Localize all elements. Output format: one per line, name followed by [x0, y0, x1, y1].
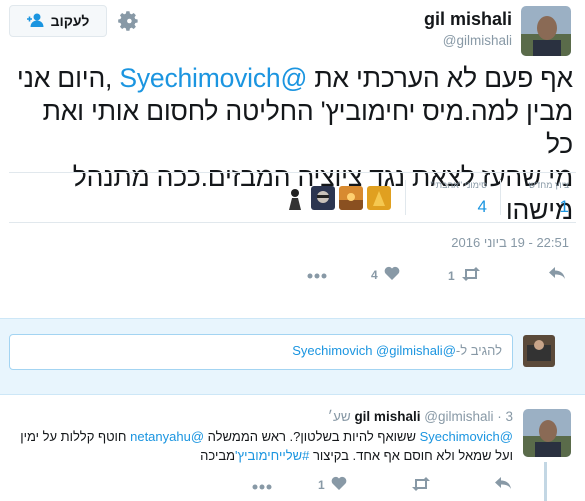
- follow-label: לעקוב: [50, 13, 90, 29]
- reply-tweet-text: @Syechimovich ששואף להיות בשלטון?. ראש ה…: [12, 427, 513, 465]
- add-user-icon: [26, 13, 45, 30]
- author-avatar[interactable]: [521, 6, 571, 56]
- mention-link[interactable]: @netanyahu: [130, 429, 204, 444]
- retweets-value: 1: [559, 197, 569, 216]
- stats-divider-bottom: [9, 222, 576, 223]
- more-action[interactable]: [307, 268, 327, 282]
- reply-input[interactable]: להגיב ל-@Syechimovich @gilmishali: [9, 334, 513, 370]
- reply-header: gil mishali @gilmishali · 3 שע׳: [327, 409, 513, 424]
- reply-action[interactable]: [548, 266, 566, 283]
- like-count: 1: [318, 477, 325, 492]
- reply-text-segment: מביכה: [200, 448, 236, 463]
- reply-mentions: @Syechimovich @gilmishali: [292, 343, 456, 358]
- more-dots-icon: [252, 479, 272, 493]
- likes-stat[interactable]: סימוני "אהבתי" 4: [430, 180, 487, 217]
- mention-link[interactable]: @Syechimovich: [119, 63, 307, 93]
- heart-icon: [384, 266, 400, 283]
- reply-line-1: @Syechimovich ששואף להיות בשלטון?. ראש ה…: [12, 427, 513, 446]
- stat-divider: [405, 180, 406, 215]
- reply-text-segment: חוטף קללות על ימין: [20, 429, 131, 444]
- author-username[interactable]: @gilmishali: [443, 33, 512, 48]
- reply-author-username[interactable]: @gilmishali: [424, 409, 493, 424]
- more-dots-icon: [307, 268, 327, 282]
- retweet-action[interactable]: 1: [448, 267, 481, 284]
- likes-value: 4: [477, 197, 487, 216]
- likes-label: סימוני "אהבתי": [430, 180, 487, 190]
- reply-text-segment: ששואף להיות בשלטון?. ראש הממשלה: [204, 429, 420, 444]
- tweet-timestamp[interactable]: 22:51 - 19 ביוני 2016: [451, 235, 569, 250]
- liker-avatar[interactable]: [339, 186, 363, 210]
- like-count: 4: [371, 267, 378, 282]
- tweet-line-1: אף פעם לא הערכתי את @Syechimovich ,היום …: [12, 62, 573, 95]
- mention-link[interactable]: @Syechimovich: [420, 429, 513, 444]
- retweet-action[interactable]: [411, 477, 431, 494]
- stat-divider: [500, 180, 501, 215]
- like-action[interactable]: 4: [371, 266, 400, 283]
- stats-divider-top: [9, 172, 576, 173]
- tweet-text-segment: ,היום אני: [16, 63, 120, 93]
- follow-button[interactable]: לעקוב: [9, 5, 107, 37]
- like-action[interactable]: 1: [318, 476, 347, 493]
- retweets-stat[interactable]: ציוץ מחדש 1: [529, 180, 569, 217]
- liker-avatar[interactable]: [311, 186, 335, 210]
- retweet-icon: [461, 267, 481, 284]
- current-user-avatar: [523, 335, 555, 367]
- author-fullname[interactable]: gil mishali: [424, 9, 512, 30]
- reply-action[interactable]: [494, 476, 512, 493]
- reply-icon: [494, 476, 512, 493]
- retweets-label: ציוץ מחדש: [528, 180, 569, 190]
- reply-placeholder: להגיב ל-: [455, 343, 502, 358]
- liker-avatar[interactable]: [367, 186, 391, 210]
- tweet-text-segment: אף פעם לא הערכתי את: [307, 63, 573, 93]
- tweet-line-2: מבין למה.מיס יחימוביץ' החליטה לחסום אותי…: [42, 96, 574, 159]
- reply-line-2: ועל שמאל ולא חוסם אף אחד. בקיצור #שלייחי…: [12, 446, 513, 465]
- more-action[interactable]: [252, 479, 272, 493]
- retweet-icon: [411, 477, 431, 494]
- thread-connector: [544, 462, 547, 501]
- gear-icon[interactable]: [117, 10, 139, 32]
- retweet-count: 1: [448, 268, 455, 283]
- reply-author-fullname[interactable]: gil mishali: [354, 409, 420, 424]
- liker-avatar[interactable]: [283, 186, 307, 210]
- reply-icon: [548, 266, 566, 283]
- hashtag-link[interactable]: #שלייחימוביץ': [235, 448, 309, 463]
- heart-icon: [331, 476, 347, 493]
- reply-text-segment: ועל שמאל ולא חוסם אף אחד. בקיצור: [309, 448, 513, 463]
- reply-author-avatar[interactable]: [523, 409, 571, 457]
